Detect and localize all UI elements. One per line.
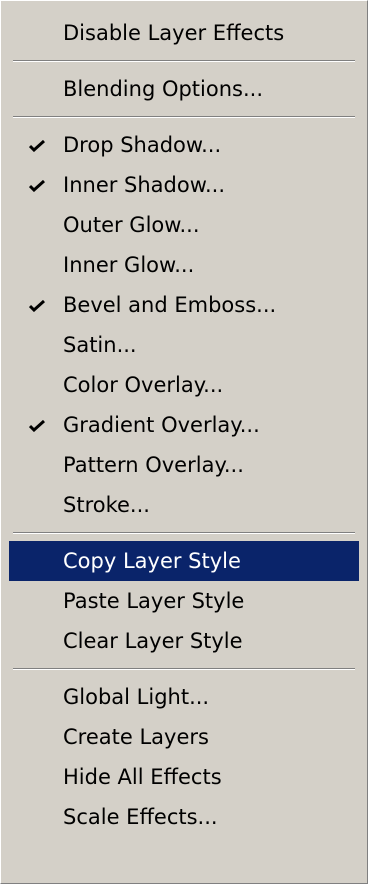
menu-separator	[1, 661, 367, 677]
menu-item-inner-glow[interactable]: Inner Glow...	[9, 245, 359, 285]
menu-item-label: Create Layers	[63, 725, 209, 749]
menu-item-label: Satin...	[63, 333, 137, 357]
checkmark-icon	[21, 285, 55, 325]
menu-item-gradient-overlay[interactable]: Gradient Overlay...	[9, 405, 359, 445]
menu-item-copy-layer-style[interactable]: Copy Layer Style	[9, 541, 359, 581]
layer-style-context-menu: Disable Layer Effects Blending Options..…	[0, 0, 368, 884]
menu-separator	[1, 525, 367, 541]
menu-item-satin[interactable]: Satin...	[9, 325, 359, 365]
menu-item-create-layers[interactable]: Create Layers	[9, 717, 359, 757]
menu-item-drop-shadow[interactable]: Drop Shadow...	[9, 125, 359, 165]
menu-item-label: Pattern Overlay...	[63, 453, 244, 477]
menu-item-label: Gradient Overlay...	[63, 413, 260, 437]
menu-item-label: Inner Glow...	[63, 253, 195, 277]
checkmark-icon	[21, 125, 55, 165]
menu-separator	[1, 53, 367, 69]
menu-item-label: Global Light...	[63, 685, 210, 709]
menu-item-label: Bevel and Emboss...	[63, 293, 277, 317]
menu-item-label: Disable Layer Effects	[63, 21, 285, 45]
menu-item-clear-layer-style[interactable]: Clear Layer Style	[9, 621, 359, 661]
menu-item-label: Color Overlay...	[63, 373, 224, 397]
menu-item-label: Blending Options...	[63, 77, 264, 101]
menu-item-stroke[interactable]: Stroke...	[9, 485, 359, 525]
menu-item-disable-layer-effects[interactable]: Disable Layer Effects	[9, 13, 359, 53]
menu-item-paste-layer-style[interactable]: Paste Layer Style	[9, 581, 359, 621]
menu-item-label: Outer Glow...	[63, 213, 200, 237]
menu-item-label: Stroke...	[63, 493, 150, 517]
checkmark-icon	[21, 165, 55, 205]
menu-item-scale-effects[interactable]: Scale Effects...	[9, 797, 359, 837]
menu-item-label: Paste Layer Style	[63, 589, 245, 613]
menu-item-label: Drop Shadow...	[63, 133, 222, 157]
menu-item-label: Hide All Effects	[63, 765, 222, 789]
menu-item-global-light[interactable]: Global Light...	[9, 677, 359, 717]
menu-item-pattern-overlay[interactable]: Pattern Overlay...	[9, 445, 359, 485]
menu-item-label: Copy Layer Style	[63, 549, 241, 573]
menu-item-inner-shadow[interactable]: Inner Shadow...	[9, 165, 359, 205]
menu-item-label: Inner Shadow...	[63, 173, 226, 197]
menu-item-label: Clear Layer Style	[63, 629, 243, 653]
checkmark-icon	[21, 405, 55, 445]
menu-item-blending-options[interactable]: Blending Options...	[9, 69, 359, 109]
menu-item-hide-all-effects[interactable]: Hide All Effects	[9, 757, 359, 797]
menu-item-bevel-and-emboss[interactable]: Bevel and Emboss...	[9, 285, 359, 325]
menu-item-color-overlay[interactable]: Color Overlay...	[9, 365, 359, 405]
menu-item-outer-glow[interactable]: Outer Glow...	[9, 205, 359, 245]
menu-separator	[1, 109, 367, 125]
menu-item-label: Scale Effects...	[63, 805, 218, 829]
